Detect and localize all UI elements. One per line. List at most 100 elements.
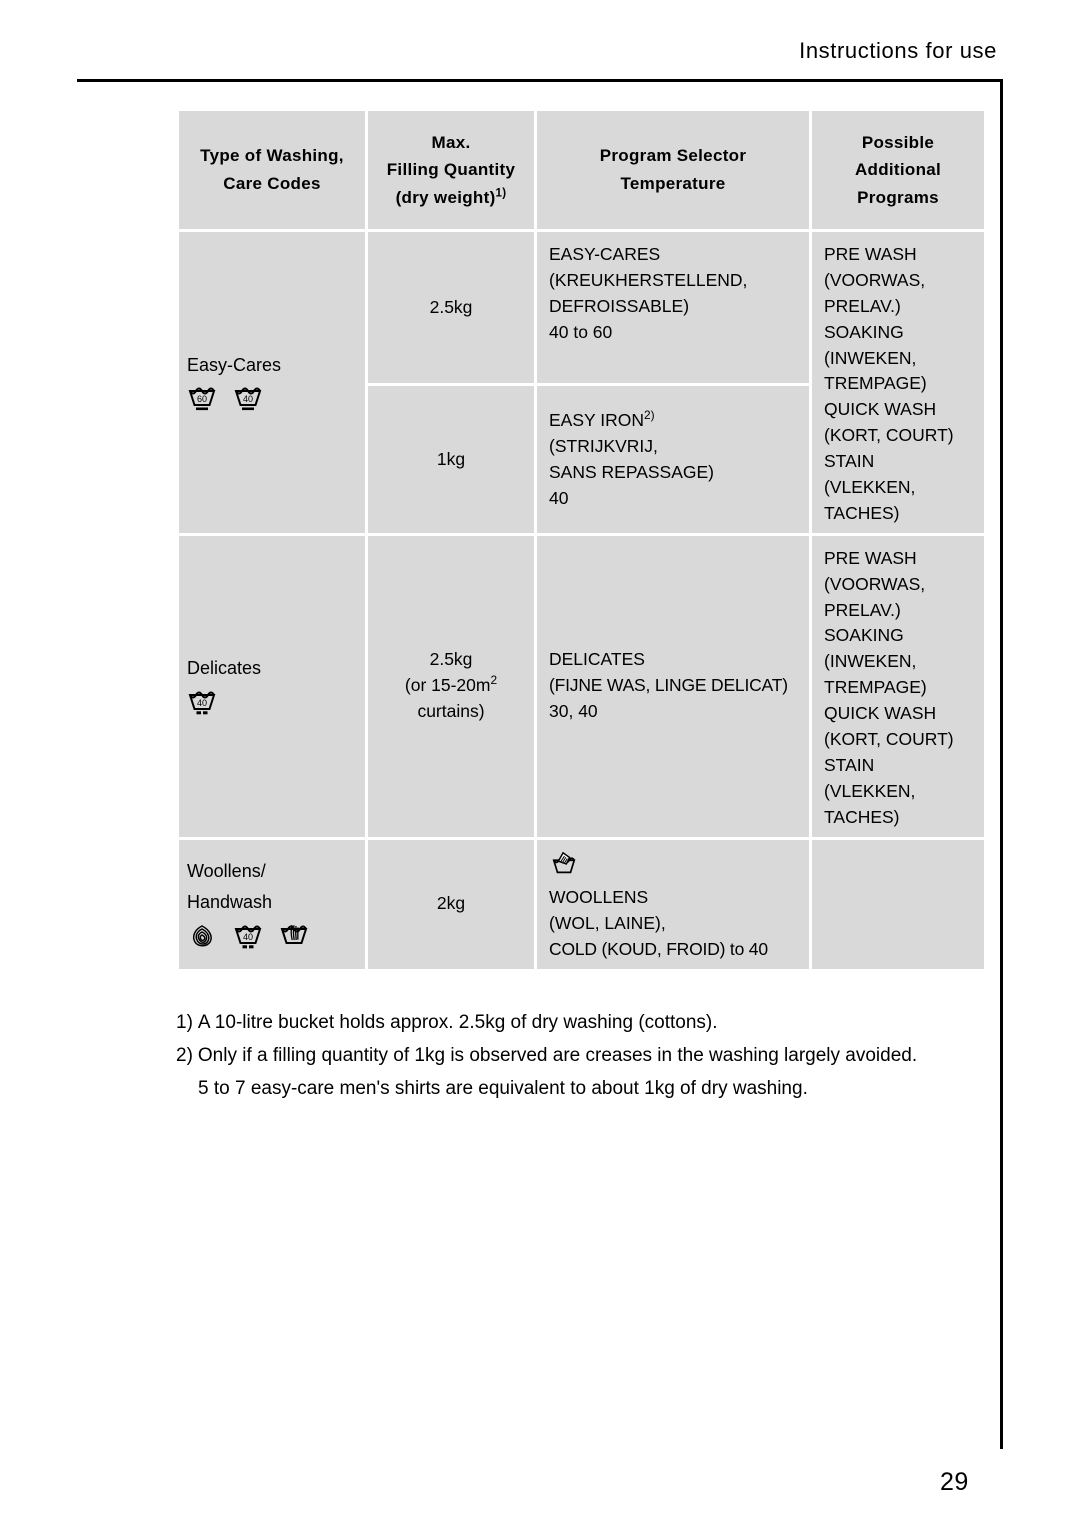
- type-label-delicates: Delicates: [187, 658, 262, 679]
- type-label-woollens: Woollens/: [187, 860, 266, 881]
- care-code-icon-group: 40: [187, 921, 357, 951]
- page-number: 29: [940, 1468, 969, 1496]
- additional-program-line: (VOORWAS,: [824, 573, 926, 594]
- additional-program-line: PRELAV.): [824, 295, 901, 316]
- program-line: (STRIJKVRIJ,: [549, 435, 658, 456]
- svg-text:60: 60: [197, 394, 207, 404]
- handwash-tub-icon: [549, 850, 579, 878]
- cell-additional-programs-delicates: PRE WASH (VOORWAS, PRELAV.) SOAKING (INW…: [812, 535, 984, 837]
- footnote-2-marker: 2): [176, 1044, 193, 1066]
- column-header-line: Max.: [431, 132, 471, 152]
- cell-additional-programs-woollens: [812, 839, 984, 970]
- additional-program-line: STAIN: [824, 451, 875, 472]
- additional-program-line: SOAKING: [824, 321, 904, 342]
- additional-program-line: PRE WASH: [824, 547, 917, 568]
- quantity-line: curtains): [417, 701, 485, 722]
- square-metre-exponent: 2: [490, 673, 498, 688]
- footnote-2-extra-text: 5 to 7 easy-care men's shirts are equiva…: [198, 1077, 808, 1099]
- page-header-title: Instructions for use: [799, 38, 997, 63]
- column-header-text: (dry weight): [395, 187, 496, 207]
- svg-text:40: 40: [197, 698, 207, 708]
- quantity-text: (or 15-20m: [404, 675, 491, 696]
- washing-program-table: Type of Washing, Care Codes Max. Filling…: [176, 108, 987, 972]
- table-row: Delicates 40 2.5kg (or 15-20m2 curtains): [179, 535, 984, 837]
- additional-program-line: PRELAV.): [824, 599, 901, 620]
- cell-type-delicates: Delicates 40: [179, 535, 365, 837]
- cell-program-easy-cares: EASY-CARES (KREUKHERSTELLEND, DEFROISSAB…: [537, 232, 809, 384]
- column-header-line: Filling Quantity: [386, 160, 516, 180]
- cell-additional-programs-easy-cares: PRE WASH (VOORWAS, PRELAV.) SOAKING (INW…: [812, 232, 984, 533]
- column-header-possible-additional-programs: Possible Additional Programs: [812, 111, 984, 229]
- footnote-2-text: Only if a filling quantity of 1kg is obs…: [197, 1044, 918, 1066]
- cell-program-delicates: DELICATES (FIJNE WAS, LINGE DELICAT) 30,…: [537, 535, 809, 837]
- type-label-handwash: Handwash: [187, 892, 273, 913]
- program-line: WOOLLENS: [549, 887, 649, 908]
- additional-program-line: SOAKING: [824, 625, 904, 646]
- column-header-max-filling-quantity: Max. Filling Quantity (dry weight)1): [368, 111, 534, 229]
- cell-quantity-easy-iron: 1kg: [368, 386, 534, 533]
- program-line: (FIJNE WAS, LINGE DELICAT): [549, 675, 788, 696]
- cell-program-woollens: WOOLLENS (WOL, LAINE), COLD (KOUD, FROID…: [537, 839, 809, 970]
- cell-quantity-delicates: 2.5kg (or 15-20m2 curtains): [368, 535, 534, 837]
- program-line: EASY-CARES: [549, 244, 661, 264]
- wash-tub-40-very-gentle-icon: 40: [233, 921, 263, 951]
- table-row: Easy-Cares 60 40 2.5kg EASY-CARES (KREUK…: [179, 232, 984, 533]
- svg-text:40: 40: [243, 932, 253, 942]
- quantity-line: 2.5kg: [429, 649, 473, 670]
- additional-program-line: STAIN: [824, 754, 875, 775]
- header-divider-rule: [77, 79, 1003, 82]
- program-line: (WOL, LAINE),: [549, 913, 666, 934]
- table-row: Woollens/ Handwash 40 2kg WOOLLENS (WOL,…: [179, 839, 984, 970]
- svg-text:40: 40: [243, 394, 253, 404]
- care-code-icon-group: 60 40: [187, 383, 357, 413]
- program-line: DEFROISSABLE): [549, 295, 690, 316]
- program-temperature: 40: [549, 487, 569, 508]
- footnote-1-text: A 10-litre bucket holds approx. 2.5kg of…: [197, 1012, 718, 1033]
- footnotes-block: 1) A 10-litre bucket holds approx. 2.5kg…: [176, 1008, 1006, 1104]
- additional-program-line: QUICK WASH: [824, 703, 937, 724]
- program-line: EASY IRON2): [549, 408, 801, 434]
- cell-quantity-woollens: 2kg: [368, 839, 534, 970]
- type-label-easy-cares: Easy-Cares: [187, 354, 282, 375]
- additional-program-line: (INWEKEN,: [824, 347, 917, 368]
- page-right-margin-rule: [1000, 79, 1003, 1449]
- column-header-line: Program Selector: [599, 146, 747, 166]
- additional-program-line: (KORT, COURT): [824, 425, 954, 446]
- program-line: SANS REPASSAGE): [549, 461, 715, 482]
- additional-program-line: (VLEKKEN,: [824, 477, 916, 498]
- footnote-marker-1: 1): [495, 187, 507, 200]
- washing-program-table-container: Type of Washing, Care Codes Max. Filling…: [176, 108, 984, 972]
- footnote-1-marker: 1): [176, 1012, 193, 1033]
- footnote-marker-2: 2): [644, 408, 655, 422]
- quantity-line: (or 15-20m2: [376, 673, 526, 699]
- care-code-icon-group: 40: [187, 687, 357, 717]
- wash-tub-40-gentle-icon: 40: [233, 383, 263, 413]
- column-header-line: Care Codes: [223, 174, 321, 193]
- wool-skein-icon: [187, 921, 217, 951]
- program-line: (KREUKHERSTELLEND,: [549, 269, 748, 290]
- footnote-1: 1) A 10-litre bucket holds approx. 2.5kg…: [176, 1008, 1006, 1039]
- additional-program-line: TACHES): [824, 806, 900, 827]
- cell-program-easy-iron: EASY IRON2) (STRIJKVRIJ, SANS REPASSAGE)…: [537, 386, 809, 533]
- cell-type-easy-cares: Easy-Cares 60 40: [179, 232, 365, 533]
- cell-quantity-easy-cares: 2.5kg: [368, 232, 534, 384]
- additional-program-line: (VLEKKEN,: [824, 780, 916, 801]
- program-temperature: COLD (KOUD, FROID) to 40: [549, 939, 768, 960]
- program-name: EASY IRON: [549, 409, 644, 430]
- column-header-line: Type of Washing,: [200, 146, 344, 166]
- footnote-2: 2) Only if a filling quantity of 1kg is …: [176, 1041, 1006, 1072]
- additional-program-line: (INWEKEN,: [824, 651, 917, 672]
- additional-program-line: (VOORWAS,: [824, 269, 926, 290]
- column-header-program-selector-temperature: Program Selector Temperature: [537, 111, 809, 229]
- wash-tub-40-very-gentle-icon: 40: [187, 687, 217, 717]
- page-header: Instructions for use: [77, 38, 1003, 82]
- cell-type-woollens-handwash: Woollens/ Handwash 40: [179, 839, 365, 970]
- column-header-line: Possible: [861, 132, 935, 152]
- program-temperature: 30, 40: [549, 701, 598, 722]
- additional-program-line: (KORT, COURT): [824, 729, 954, 750]
- additional-program-line: TREMPAGE): [824, 677, 927, 698]
- column-header-line: Programs: [857, 187, 939, 207]
- handwash-tub-icon: [279, 921, 309, 951]
- wash-tub-60-gentle-icon: 60: [187, 383, 217, 413]
- column-header-line: Temperature: [620, 174, 726, 193]
